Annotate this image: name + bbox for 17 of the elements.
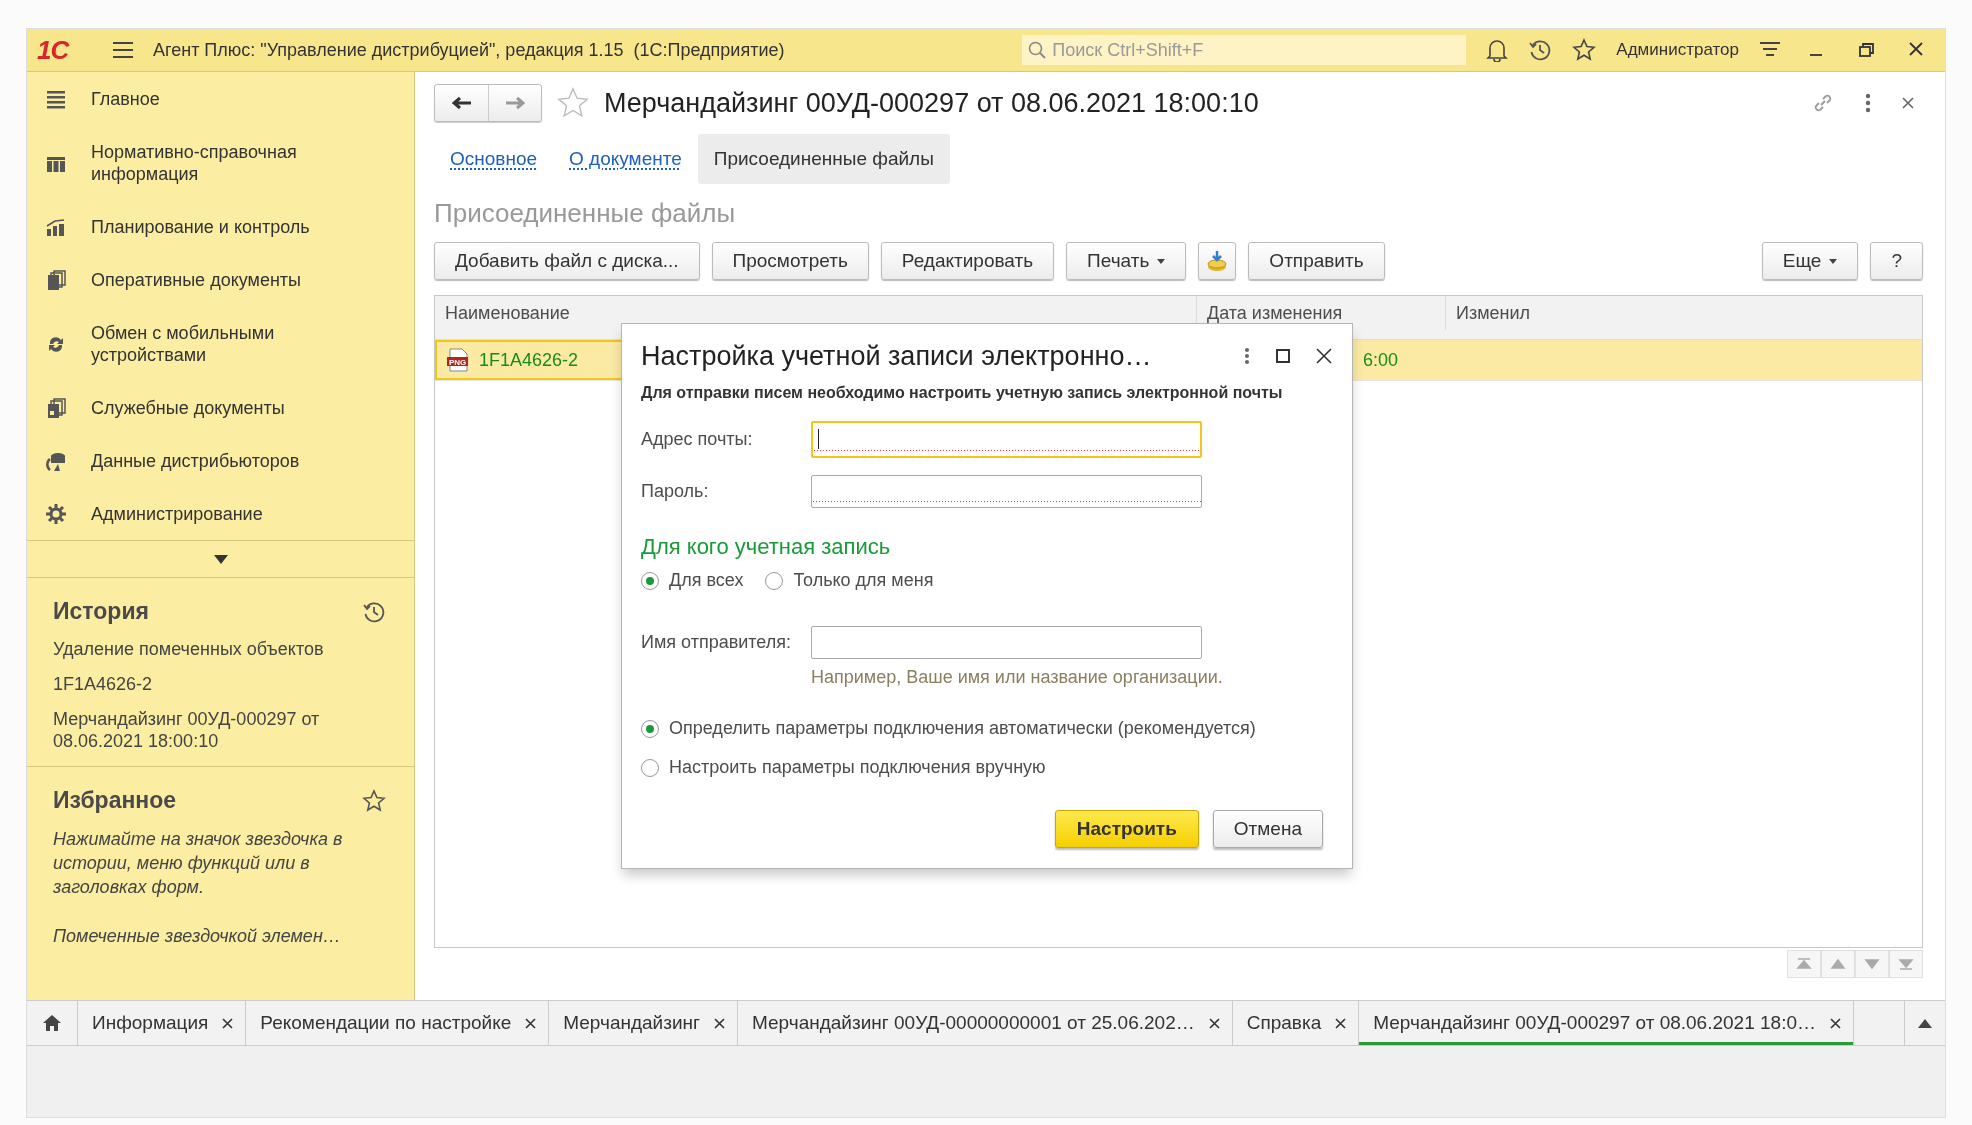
table-cell-text: 6:00 xyxy=(1363,348,1400,372)
form-title: Мерчандайзинг 00УД-000297 от 08.06.2021 18:00:10 xyxy=(604,87,1259,119)
dialog-title: Настройка учетной записи электронно… xyxy=(641,340,1152,372)
section-title: Для кого учетная запись xyxy=(641,534,892,560)
field-label: Пароль: xyxy=(641,480,710,502)
section-title: История xyxy=(53,598,149,625)
hint-text: Помеченные звездочкой элемен… xyxy=(53,925,342,948)
dialog-note: Для отправки писем необходимо настроить учетную запись электронной почты xyxy=(641,384,1284,402)
file-type-label: PNG xyxy=(449,357,467,367)
hint-text: Нажимайте на значок звездочка в истории, меню функций или в заголовках форм. xyxy=(53,828,344,899)
window-title: Агент Плюс: "Управление дистрибуцией", редакция 1.15 (1С:Предприятие) xyxy=(153,39,785,61)
field-hint: Например, Ваше имя или название организации. xyxy=(811,667,1224,688)
section-title: Избранное xyxy=(53,787,177,814)
field-label: Адрес почты: xyxy=(641,428,754,450)
app-logo: 1С xyxy=(37,34,71,66)
field-label: Имя отправителя: xyxy=(641,631,792,653)
section-title: Присоединенные файлы xyxy=(434,198,737,229)
